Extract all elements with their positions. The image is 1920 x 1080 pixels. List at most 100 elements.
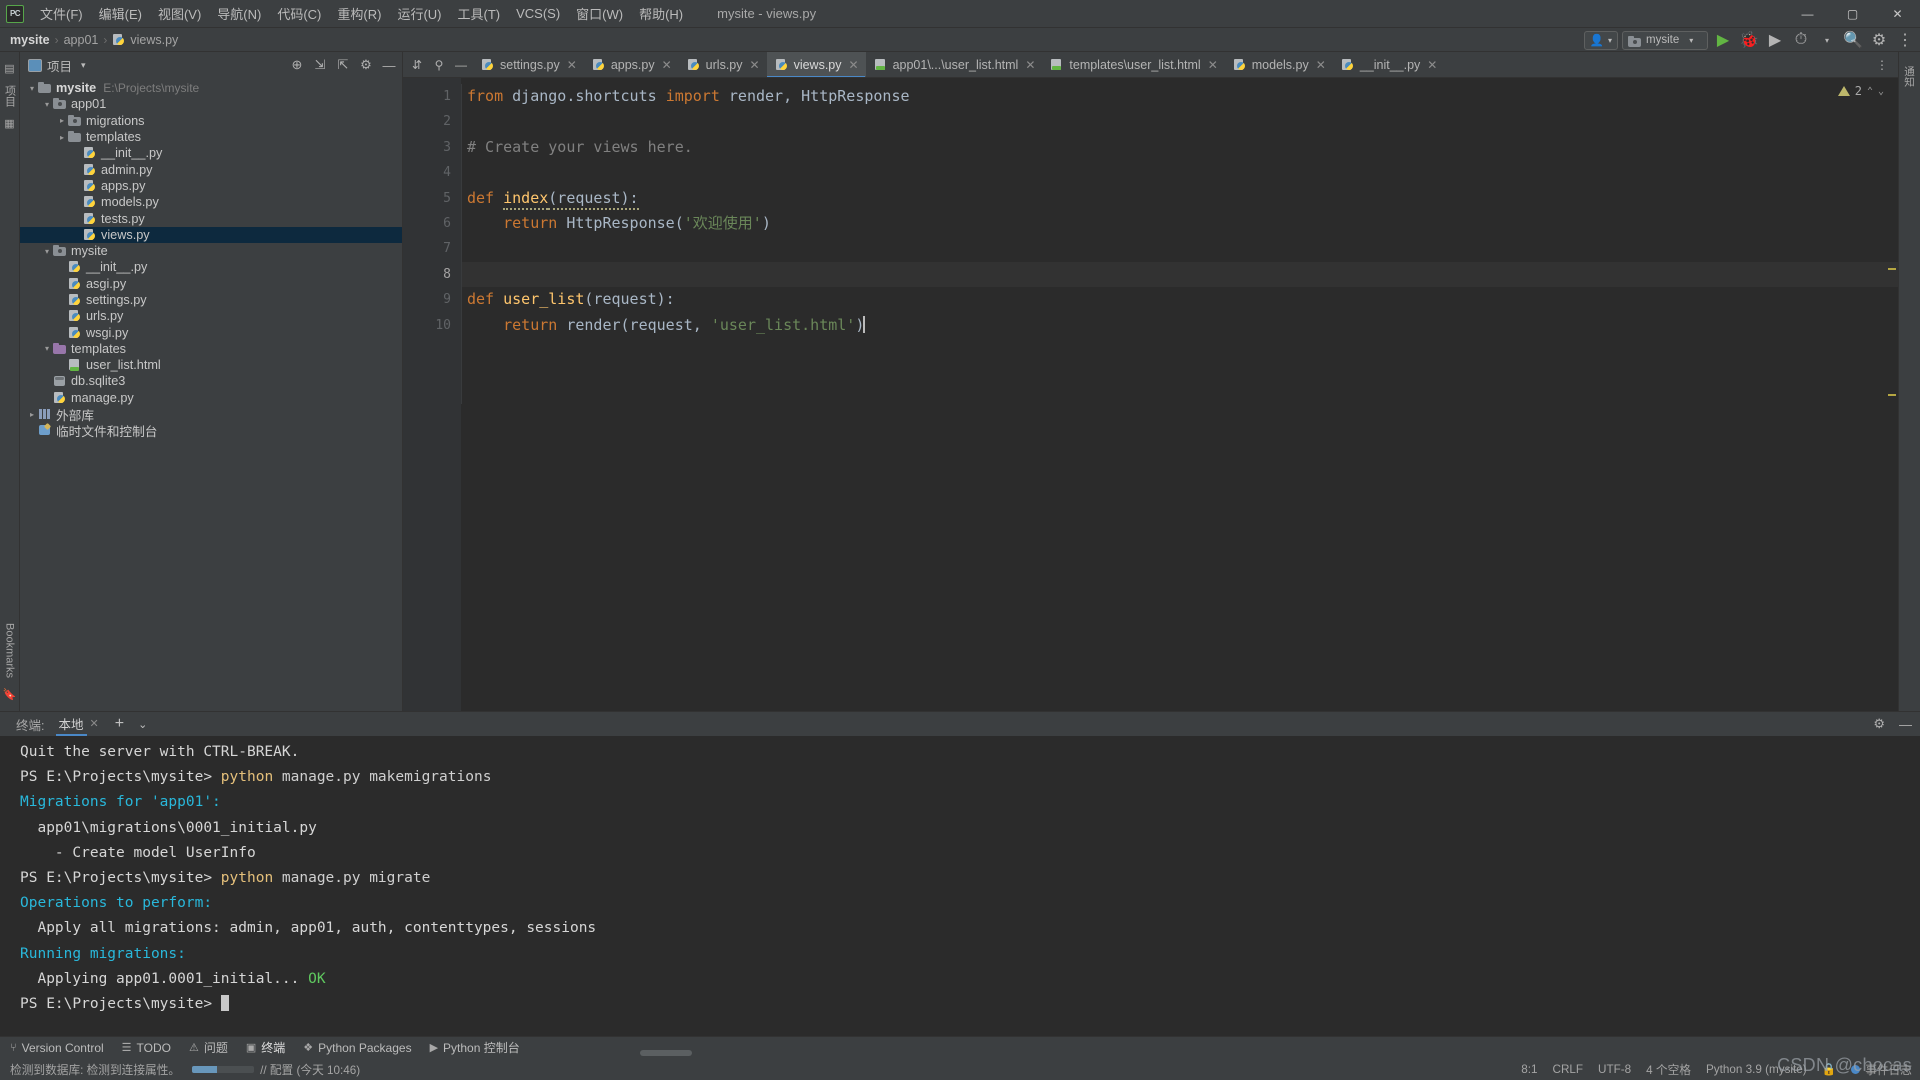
tree-node-templates[interactable]: ▾templates (20, 341, 402, 357)
editor-tab-templates-user_list-html[interactable]: templates\user_list.html✕ (1042, 52, 1224, 77)
event-log-button[interactable]: 事件日志 (1851, 1061, 1912, 1078)
expand-icon[interactable]: ⇱ (334, 56, 352, 74)
tool-window-python-控制台[interactable]: ▶Python 控制台 (430, 1039, 520, 1056)
code-content[interactable]: 2 ⌃ ⌄ from django.shortcuts import rende… (461, 78, 1898, 711)
tree-node-wsgi-py[interactable]: wsgi.py (20, 324, 402, 340)
line-separator[interactable]: CRLF (1553, 1063, 1584, 1076)
editor-vertical-scrollbar[interactable] (1889, 78, 1898, 711)
tree-node-views-py[interactable]: views.py (20, 227, 402, 243)
terminal-minimize-icon[interactable]: — (1899, 717, 1912, 732)
maximize-button[interactable]: ▢ (1830, 0, 1875, 28)
close-tab-icon[interactable]: ✕ (1316, 58, 1326, 72)
caret-position[interactable]: 8:1 (1521, 1063, 1537, 1076)
terminal-horizontal-scrollbar[interactable] (640, 1050, 1890, 1056)
chevron-down-icon[interactable]: ▾ (41, 344, 53, 353)
terminal-session-tab[interactable]: 本地 ✕ (56, 712, 100, 736)
breadcrumb-item-file[interactable]: views.py (130, 33, 178, 47)
chevron-down-icon[interactable]: ▾ (26, 84, 38, 93)
editor-tab-settings-py[interactable]: settings.py✕ (473, 52, 584, 77)
tool-window-问题[interactable]: ⚠问题 (189, 1039, 228, 1056)
tree-node-app01[interactable]: ▾app01 (20, 96, 402, 112)
status-config-text[interactable]: // 配置 (今天 10:46) (260, 1061, 360, 1078)
line-number[interactable]: 2 (403, 109, 461, 134)
tree-node-__init__-py[interactable]: __init__.py (20, 145, 402, 161)
code-line[interactable]: def index(request): (461, 186, 1898, 211)
tree-node-templates[interactable]: ▸templates (20, 129, 402, 145)
tool-window-终端[interactable]: ▣终端 (246, 1039, 285, 1056)
tree-node-__init__-py[interactable]: __init__.py (20, 259, 402, 275)
panel-settings-icon[interactable]: ⚙ (357, 56, 375, 74)
hide-editor-icon[interactable]: — (451, 55, 471, 75)
chevron-down-icon[interactable]: ⌄ (138, 718, 147, 731)
run-configuration-selector[interactable]: mysite ▾ (1622, 31, 1708, 50)
close-tab-icon[interactable]: ✕ (662, 58, 672, 72)
terminal-output[interactable]: Quit the server with CTRL-BREAK.PS E:\Pr… (0, 736, 1920, 1036)
tree-node-models-py[interactable]: models.py (20, 194, 402, 210)
tree-node-user_list-html[interactable]: user_list.html (20, 357, 402, 373)
tree-node-manage-py[interactable]: manage.py (20, 390, 402, 406)
tree-node-apps-py[interactable]: apps.py (20, 178, 402, 194)
indent-setting[interactable]: 4 个空格 (1646, 1061, 1691, 1078)
locate-file-icon[interactable]: ⊕ (288, 56, 306, 74)
panel-minimize-icon[interactable]: — (380, 56, 398, 74)
breadcrumb-item-project[interactable]: mysite (10, 33, 50, 47)
close-icon[interactable]: ✕ (90, 717, 99, 730)
menu-item-8[interactable]: VCS(S) (508, 2, 568, 25)
editor-tab-urls-py[interactable]: urls.py✕ (679, 52, 767, 77)
structure-tool-icon[interactable]: ▦ (4, 117, 14, 130)
project-file-tree[interactable]: ▾mysiteE:\Projects\mysite▾app01▸migratio… (20, 78, 402, 711)
menu-item-6[interactable]: 运行(U) (389, 0, 449, 27)
line-number[interactable]: 6 (403, 211, 461, 236)
editor-tab-apps-py[interactable]: apps.py✕ (584, 52, 679, 77)
menu-item-1[interactable]: 编辑(E) (91, 0, 150, 27)
line-number[interactable]: 9 (403, 287, 461, 312)
editor-options-icon[interactable]: ⋮ (1872, 55, 1892, 75)
editor-gutter[interactable]: 12345678910 (403, 78, 461, 711)
menu-item-10[interactable]: 帮助(H) (631, 0, 691, 27)
rail-item-bookmarks[interactable]: Bookmarks (3, 623, 15, 678)
coverage-button[interactable]: ▶ (1764, 30, 1786, 50)
breadcrumb-item-app[interactable]: app01 (64, 33, 99, 47)
close-tab-icon[interactable]: ✕ (1208, 58, 1218, 72)
editor-tab-models-py[interactable]: models.py✕ (1225, 52, 1333, 77)
lock-icon[interactable]: 🔒 (1822, 1062, 1837, 1076)
chevron-right-icon[interactable]: ▸ (56, 116, 68, 125)
run-button[interactable]: ▶ (1712, 30, 1734, 50)
settings-button[interactable]: ⚙ (1868, 30, 1890, 50)
minimize-button[interactable]: — (1785, 0, 1830, 28)
line-number[interactable]: 8 (403, 262, 461, 287)
code-line[interactable]: from django.shortcuts import render, Htt… (461, 84, 1898, 109)
tree-node-db-sqlite3[interactable]: db.sqlite3 (20, 373, 402, 389)
tool-window-python-packages[interactable]: ❖Python Packages (303, 1041, 411, 1055)
close-tab-icon[interactable]: ✕ (567, 58, 577, 72)
close-tab-icon[interactable]: ✕ (849, 58, 859, 72)
terminal-settings-icon[interactable]: ⚙ (1873, 716, 1885, 732)
sort-tabs-icon[interactable]: ⇵ (407, 55, 427, 75)
chevron-down-icon[interactable]: ▾ (41, 100, 53, 109)
tree-node-外部库[interactable]: ▸外部库 (20, 406, 402, 422)
previous-problem-icon[interactable]: ⌃ (1867, 86, 1873, 97)
code-line[interactable]: return HttpResponse('欢迎使用') (461, 211, 1898, 236)
rail-item-notifications[interactable]: 通知 (1902, 66, 1917, 87)
pin-tab-icon[interactable]: ⚲ (429, 55, 449, 75)
menu-item-2[interactable]: 视图(V) (150, 0, 209, 27)
tool-window-version-control[interactable]: ⑂Version Control (10, 1041, 104, 1055)
tool-window-todo[interactable]: ☰TODO (122, 1041, 171, 1055)
editor-tab-app01-----user_list-html[interactable]: app01\...\user_list.html✕ (866, 52, 1043, 77)
tree-node-asgi-py[interactable]: asgi.py (20, 276, 402, 292)
tree-node-migrations[interactable]: ▸migrations (20, 113, 402, 129)
more-options-button[interactable]: ⋮ (1894, 30, 1916, 50)
menu-item-7[interactable]: 工具(T) (449, 0, 508, 27)
code-line[interactable]: # Create your views here. (461, 135, 1898, 160)
line-number[interactable]: 4 (403, 160, 461, 185)
line-number[interactable]: 7 (403, 236, 461, 261)
python-interpreter[interactable]: Python 3.9 (mysite) (1706, 1063, 1807, 1076)
line-number[interactable]: 3 (403, 135, 461, 160)
close-tab-icon[interactable]: ✕ (1025, 58, 1035, 72)
code-line[interactable] (461, 262, 1898, 287)
tree-node-mysite[interactable]: ▾mysiteE:\Projects\mysite (20, 80, 402, 96)
search-button[interactable]: 🔍 (1842, 30, 1864, 50)
rail-item-project[interactable]: 项目 (2, 85, 18, 107)
menu-item-4[interactable]: 代码(C) (269, 0, 329, 27)
scrollbar-thumb[interactable] (640, 1050, 692, 1056)
